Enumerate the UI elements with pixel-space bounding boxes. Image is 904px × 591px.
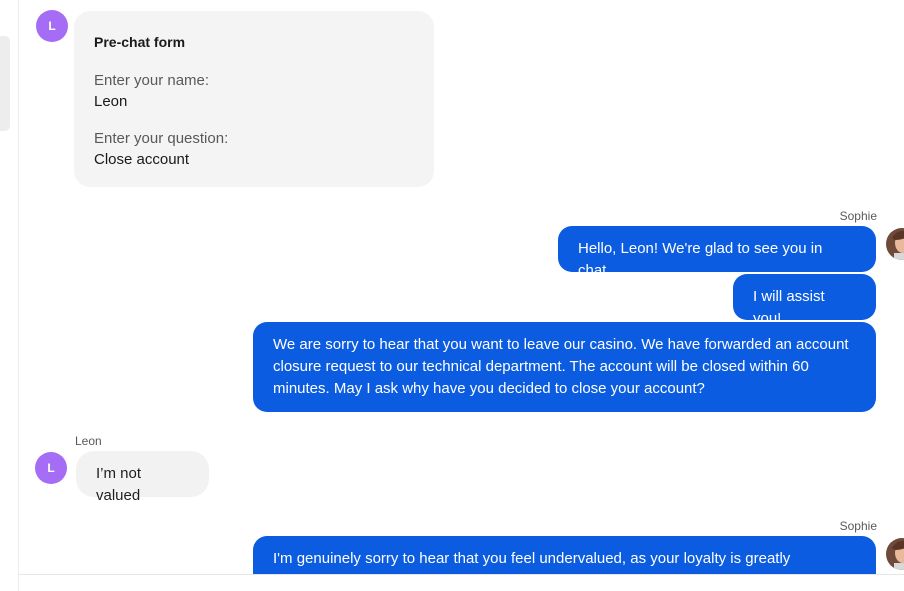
agent-message-bubble: Hello, Leon! We're glad to see you in ch… xyxy=(558,226,876,279)
agent-name: Sophie xyxy=(839,209,877,223)
collapsed-panel-tab[interactable] xyxy=(0,36,10,131)
form-field-value: Leon xyxy=(94,93,128,110)
agent-avatar-photo-icon xyxy=(886,538,904,570)
agent-avatar-photo-icon xyxy=(886,228,904,260)
user-avatar: L xyxy=(36,10,68,42)
user-avatar: L xyxy=(35,452,67,484)
form-field-label: Enter your name: xyxy=(94,72,210,89)
form-field-label: Enter your question: xyxy=(94,130,229,147)
prechat-form-title: Pre-chat form xyxy=(94,34,186,50)
chat-left-border xyxy=(18,0,19,591)
agent-message-bubble: I'm genuinely sorry to hear that you fee… xyxy=(253,536,876,574)
form-field-value: Close account xyxy=(94,151,190,168)
user-message-bubble: I’m not valued xyxy=(76,451,209,504)
agent-name: Sophie xyxy=(839,519,877,533)
form-field-question: Enter your question: Close account xyxy=(94,128,414,170)
composer-top-border xyxy=(18,574,904,575)
agent-message-bubble: I will assist you! xyxy=(733,274,876,327)
prechat-form-card: Pre-chat form Enter your name: Leon Ente… xyxy=(74,11,434,187)
agent-message-bubble: We are sorry to hear that you want to le… xyxy=(253,322,876,412)
user-name: Leon xyxy=(75,434,102,448)
form-field-name: Enter your name: Leon xyxy=(94,70,414,112)
